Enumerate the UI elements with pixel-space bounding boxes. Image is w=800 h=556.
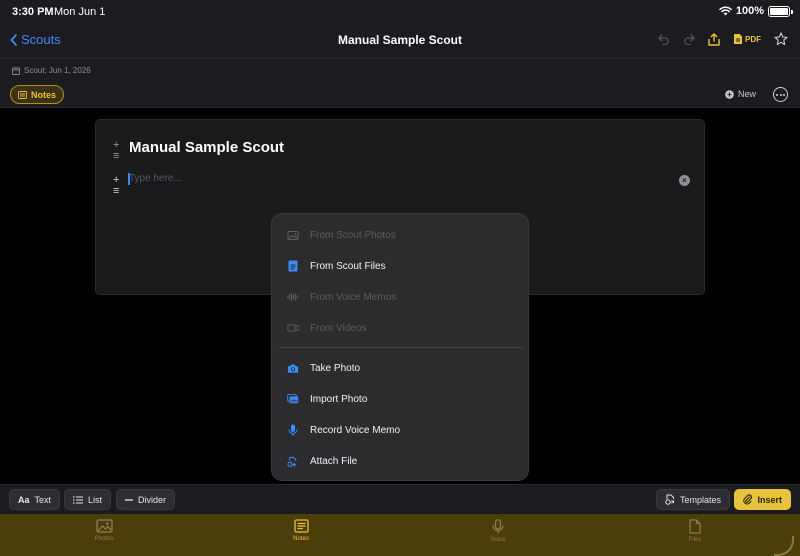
menu-item-from-voice-memos[interactable]: From Voice Memos — [272, 285, 530, 309]
divider-block-button[interactable]: Divider — [116, 489, 176, 510]
list-icon — [73, 495, 83, 504]
document-title[interactable]: Manual Sample Scout — [129, 139, 284, 156]
navigation-bar: Scouts Manual Sample Scout PDF — [0, 24, 800, 58]
menu-item-from-scout-files[interactable]: From Scout Files — [272, 254, 530, 278]
ellipsis-icon — [776, 93, 778, 96]
menu-item-record-voice-memo[interactable]: Record Voice Memo — [272, 418, 530, 442]
more-options-button[interactable] — [773, 87, 788, 102]
bottom-tab-label: Notes — [293, 536, 309, 542]
editor-toolbar: Aa Text List Divider Templates Insert — [0, 484, 800, 514]
new-note-button[interactable]: New — [725, 89, 756, 99]
menu-item-from-videos[interactable]: From Videos — [272, 316, 530, 340]
plus-circle-icon — [725, 89, 734, 99]
bottom-tab-voice[interactable]: Voice — [468, 519, 528, 543]
photo-icon — [287, 229, 299, 241]
drag-handle-icon: ≡ — [113, 150, 120, 162]
status-date: Mon Jun 1 — [54, 6, 106, 18]
close-icon: × — [682, 175, 687, 185]
wifi-icon — [719, 6, 732, 16]
title-block-handle[interactable]: + ≡ — [113, 140, 119, 162]
menu-item-label: Take Photo — [310, 362, 361, 374]
photo-icon — [95, 519, 113, 533]
attach-file-icon — [287, 455, 299, 467]
templates-button[interactable]: Templates — [655, 489, 730, 510]
undo-button[interactable] — [658, 33, 670, 45]
insert-menu: From Scout Photos From Scout Files From … — [271, 213, 529, 481]
pdf-label: PDF — [745, 34, 761, 44]
window-resize-handle[interactable] — [774, 536, 794, 556]
drag-handle-icon: ≡ — [113, 185, 120, 197]
menu-item-label: Attach File — [310, 455, 358, 467]
battery-percent: 100% — [735, 5, 764, 17]
photo-stack-icon — [287, 393, 299, 405]
bottom-tab-photos[interactable]: Photos — [74, 519, 134, 542]
menu-item-label: Record Voice Memo — [310, 424, 401, 436]
templates-icon — [665, 494, 675, 505]
list-block-label: List — [88, 494, 103, 505]
text-format-icon: Aa — [18, 494, 30, 505]
undo-icon — [658, 33, 669, 45]
menu-item-label: From Scout Files — [310, 260, 386, 272]
bottom-tab-label: Files — [688, 537, 702, 543]
camera-icon — [287, 362, 299, 374]
notes-icon — [293, 519, 309, 533]
section-tab-bar: Notes New — [0, 82, 800, 108]
scout-date: Scout: Jun 1, 2026 — [12, 66, 91, 75]
scout-date-label: Scout: Jun 1, 2026 — [24, 66, 91, 75]
menu-item-take-photo[interactable]: Take Photo — [272, 356, 530, 380]
divider-icon — [125, 498, 133, 501]
clear-block-button[interactable]: × — [679, 175, 690, 186]
redo-icon — [684, 33, 695, 45]
video-icon — [287, 322, 299, 334]
file-icon — [689, 519, 701, 534]
redo-button[interactable] — [683, 33, 695, 45]
menu-divider — [279, 347, 523, 348]
bottom-tab-bar: Photos Notes Voice Files — [0, 514, 800, 556]
menu-item-attach-file[interactable]: Attach File — [272, 449, 530, 473]
bottom-tab-label: Photos — [94, 536, 114, 542]
nav-actions: PDF — [658, 32, 788, 46]
body-text-input[interactable]: Type here... — [129, 173, 182, 184]
paperclip-icon — [743, 494, 753, 505]
share-button[interactable] — [708, 32, 720, 46]
status-time: 3:30 PM — [12, 6, 54, 18]
microphone-icon — [492, 519, 504, 534]
pdf-export-button[interactable]: PDF — [733, 33, 761, 45]
body-block-handle[interactable]: + ≡ — [113, 175, 119, 197]
bottom-tab-files[interactable]: Files — [665, 519, 725, 543]
menu-item-label: From Scout Photos — [310, 229, 396, 241]
new-note-label: New — [737, 89, 756, 99]
waveform-icon — [287, 291, 299, 303]
star-icon — [774, 32, 788, 46]
bottom-tab-label: Voice — [490, 537, 506, 543]
menu-item-label: From Voice Memos — [310, 291, 397, 303]
text-block-button[interactable]: Aa Text — [9, 489, 61, 510]
menu-item-import-photo[interactable]: Import Photo — [272, 387, 530, 411]
templates-label: Templates — [679, 494, 721, 505]
insert-label: Insert — [757, 494, 782, 505]
list-block-button[interactable]: List — [64, 489, 112, 510]
tab-notes[interactable]: Notes — [10, 85, 65, 104]
notes-icon — [18, 90, 27, 99]
text-block-label: Text — [34, 494, 52, 505]
battery-icon — [768, 5, 793, 17]
menu-item-label: From Videos — [310, 322, 367, 334]
calendar-icon — [12, 67, 20, 75]
microphone-icon — [287, 424, 299, 436]
favorite-button[interactable] — [774, 32, 788, 46]
status-bar: 3:30 PM Mon Jun 1 100% — [0, 0, 800, 24]
menu-item-from-scout-photos[interactable]: From Scout Photos — [272, 223, 530, 247]
insert-button[interactable]: Insert — [734, 489, 791, 510]
status-right: 100% — [719, 5, 793, 17]
share-icon — [708, 32, 720, 46]
tab-notes-label: Notes — [31, 89, 57, 100]
file-icon — [287, 260, 299, 272]
pdf-document-icon — [734, 34, 742, 44]
divider-block-label: Divider — [138, 494, 167, 505]
menu-item-label: Import Photo — [310, 393, 368, 405]
bottom-tab-notes[interactable]: Notes — [271, 519, 331, 542]
scout-meta-bar: Scout: Jun 1, 2026 — [0, 58, 800, 82]
